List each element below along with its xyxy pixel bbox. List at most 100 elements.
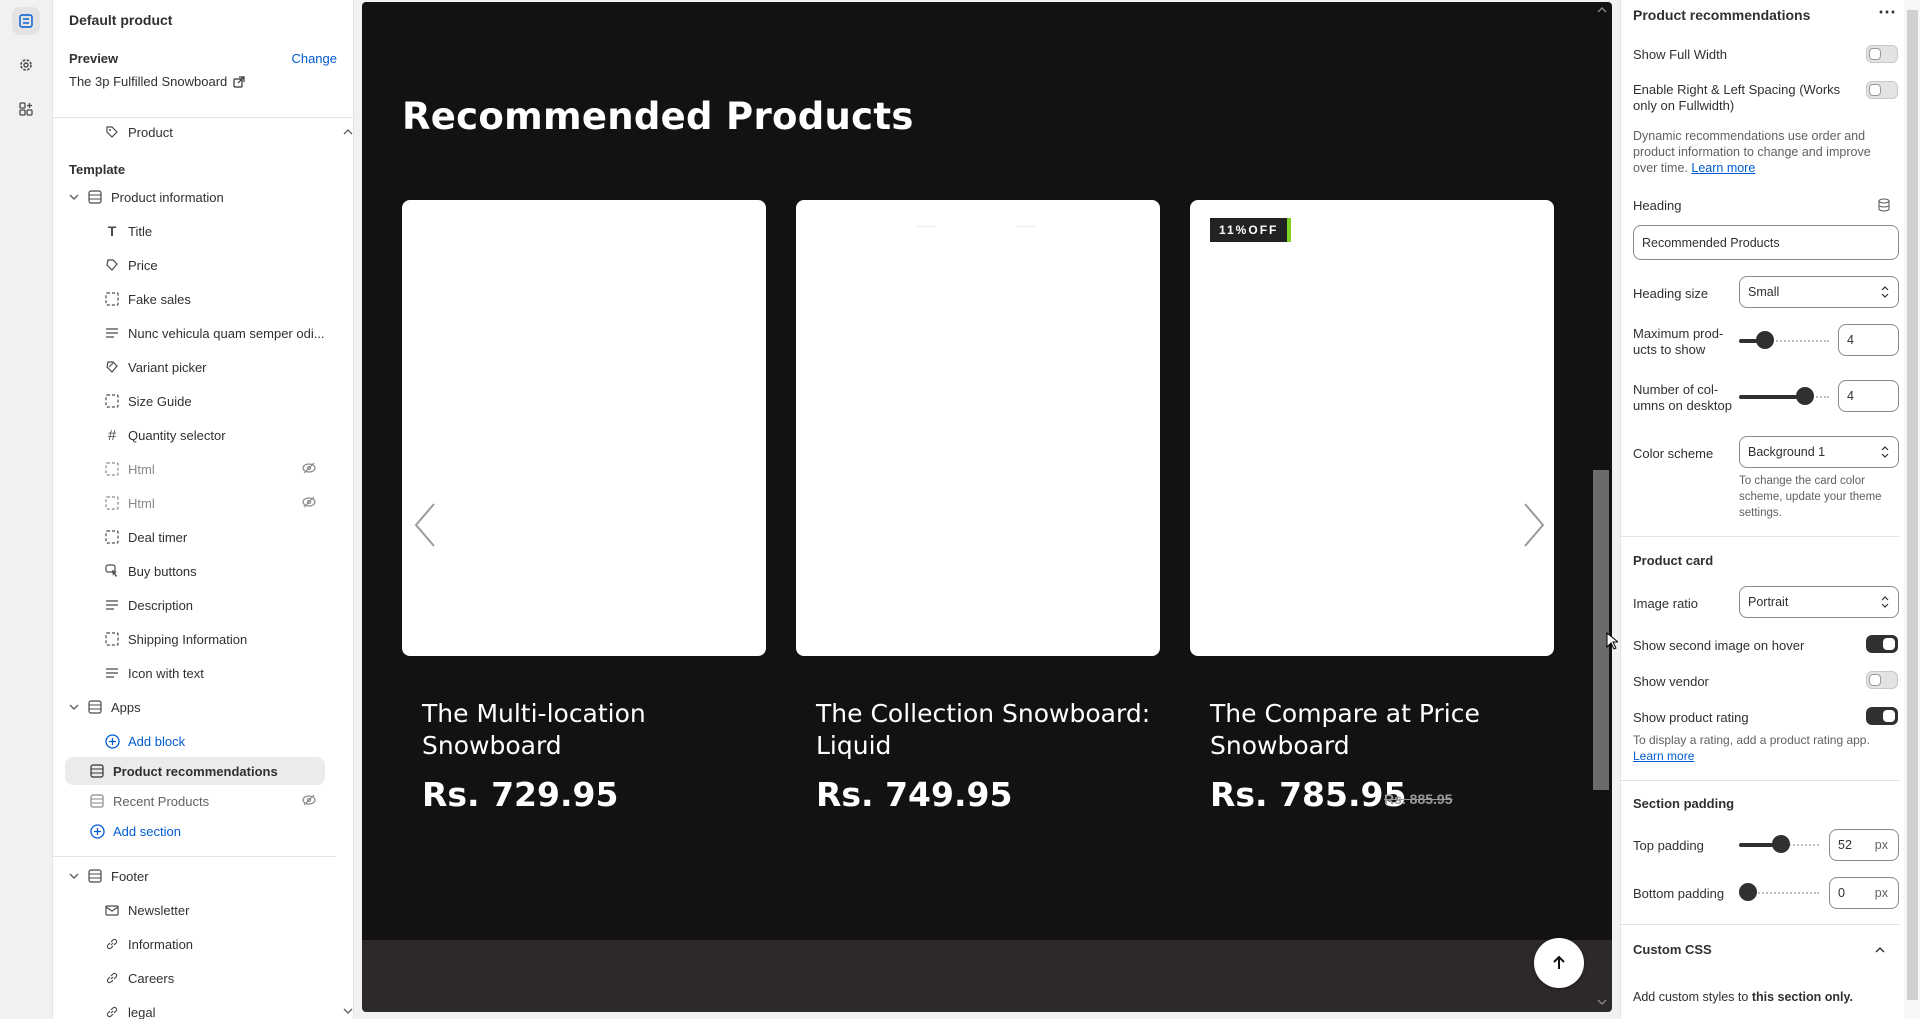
block-icon-with-text[interactable]: Icon with text <box>53 659 336 687</box>
show-rating-toggle[interactable] <box>1866 707 1898 725</box>
learn-more-link[interactable]: Learn more <box>1633 748 1870 764</box>
tree-item-label: Add block <box>128 733 186 749</box>
tree-item-product-recommendations[interactable]: Product recommendations <box>65 757 325 785</box>
sections-icon[interactable] <box>12 7 40 35</box>
top-padding-slider[interactable] <box>1739 835 1819 853</box>
chevron-down-icon[interactable] <box>1597 998 1607 1006</box>
product-card-image[interactable] <box>796 200 1160 656</box>
link-icon <box>104 1004 120 1019</box>
hint-line: product information to change and improv… <box>1633 145 1871 159</box>
more-options-icon[interactable]: ⋯ <box>1878 2 1896 23</box>
second-image-toggle[interactable] <box>1866 635 1898 653</box>
block-newsletter[interactable]: Newsletter <box>53 896 336 924</box>
chevron-up-icon[interactable] <box>1597 6 1607 14</box>
hidden-eye-icon[interactable] <box>302 461 316 475</box>
second-image-label: Show second image on hover <box>1633 638 1805 653</box>
block-description[interactable]: Description <box>53 591 336 619</box>
tree-item-product[interactable]: Product <box>53 118 336 146</box>
max-products-input[interactable]: 4 <box>1838 324 1899 356</box>
block-buy-buttons[interactable]: Buy buttons <box>53 557 336 585</box>
cursor-icon <box>104 563 120 579</box>
slider-knob[interactable] <box>1756 331 1774 349</box>
preview-product[interactable]: The 3p Fulfilled Snowboard <box>69 74 337 89</box>
custom-css-heading: Custom CSS <box>1633 942 1712 957</box>
chevron-down-icon[interactable] <box>69 193 79 201</box>
apps-icon[interactable] <box>12 95 40 123</box>
chevron-down-icon[interactable] <box>69 703 79 711</box>
tree-item-recent-products[interactable]: Recent Products <box>53 787 336 815</box>
block-information[interactable]: Information <box>53 930 336 958</box>
divider <box>53 856 336 857</box>
dynamic-source-icon[interactable] <box>1877 198 1891 212</box>
bottom-padding-slider[interactable] <box>1739 883 1819 901</box>
hidden-eye-icon[interactable] <box>302 793 316 807</box>
top-padding-input[interactable]: 52 px <box>1829 829 1899 861</box>
block-html[interactable]: Html <box>53 489 336 517</box>
product-card-image[interactable]: 11%OFF <box>1190 200 1554 656</box>
columns-input[interactable]: 4 <box>1838 380 1899 412</box>
block-shipping-information[interactable]: Shipping Information <box>53 625 336 653</box>
block-price[interactable]: Price <box>53 251 336 279</box>
heading-size-select[interactable]: Small <box>1739 276 1899 308</box>
block-variant-picker[interactable]: Variant picker <box>53 353 336 381</box>
slider-knob[interactable] <box>1772 835 1790 853</box>
max-products-value: 4 <box>1847 333 1854 347</box>
chevron-up-icon[interactable] <box>343 128 353 136</box>
slider-knob[interactable] <box>1796 387 1814 405</box>
chevron-up-icon[interactable] <box>1875 946 1885 954</box>
columns-slider[interactable] <box>1739 387 1829 405</box>
show-full-width-toggle[interactable] <box>1866 45 1898 63</box>
external-link-icon <box>233 75 245 88</box>
tree-item-apps[interactable]: Apps <box>53 693 336 721</box>
learn-more-link[interactable]: Learn more <box>1691 161 1755 175</box>
hidden-eye-icon[interactable] <box>302 495 316 509</box>
bottom-padding-input[interactable]: 0 px <box>1829 877 1899 909</box>
block-title[interactable]: T Title <box>53 217 336 245</box>
tree-item-label: Recent Products <box>113 793 210 809</box>
block-quantity-selector[interactable]: # Quantity selector <box>53 421 336 449</box>
heading-input[interactable]: Recommended Products <box>1633 225 1899 260</box>
block-text[interactable]: Nunc vehicula quam semper odi... <box>53 319 336 347</box>
image-ratio-select[interactable]: Portrait <box>1739 586 1899 618</box>
block-careers[interactable]: Careers <box>53 964 336 992</box>
gear-icon[interactable] <box>12 51 40 79</box>
chevron-down-icon[interactable] <box>69 872 79 880</box>
block-fake-sales[interactable]: Fake sales <box>53 285 336 313</box>
settings-scrollbar <box>1904 0 1920 1019</box>
tree-item-label: Shipping Information <box>128 631 248 647</box>
spacing-toggle[interactable] <box>1866 81 1898 99</box>
section-heading: Recommended Products <box>402 95 914 138</box>
slider-knob[interactable] <box>1739 883 1757 901</box>
color-scheme-label: Color scheme <box>1633 446 1714 461</box>
product-title[interactable]: The Compare at Price Snowboard <box>1210 698 1550 762</box>
image-ratio-label: Image ratio <box>1633 596 1699 611</box>
product-title[interactable]: The Multi-location Snowboard <box>422 698 762 762</box>
tree-item-product-information[interactable]: Product information <box>53 183 336 211</box>
product-title[interactable]: The Collection Snowboard: Liquid <box>816 698 1156 762</box>
preview-scrollbar-thumb[interactable] <box>1593 470 1609 790</box>
block-legal[interactable]: legal <box>53 998 336 1019</box>
spacing-label-line: Enable Right & Left Spacing (Works <box>1633 82 1841 97</box>
plus-circle-icon <box>104 733 120 749</box>
hint-bold-text: this section only. <box>1751 990 1853 1004</box>
dashed-block-icon <box>104 461 120 477</box>
add-section-button[interactable]: Add section <box>53 817 336 845</box>
block-deal-timer[interactable]: Deal timer <box>53 523 336 551</box>
product-card-image[interactable] <box>402 200 766 656</box>
show-vendor-toggle[interactable] <box>1866 671 1898 689</box>
max-products-slider[interactable] <box>1739 331 1829 349</box>
chevron-down-icon[interactable] <box>343 1007 353 1015</box>
carousel-prev-icon[interactable] <box>410 500 440 550</box>
tree-item-footer[interactable]: Footer <box>53 862 336 890</box>
change-preview-link[interactable]: Change <box>291 51 337 66</box>
color-scheme-select[interactable]: Background 1 <box>1739 436 1899 468</box>
add-block-button[interactable]: Add block <box>53 727 336 755</box>
block-size-guide[interactable]: Size Guide <box>53 387 336 415</box>
heading-size-value: Small <box>1748 285 1780 299</box>
block-html[interactable]: Html <box>53 455 336 483</box>
section-tree-panel: Default product Preview Change The 3p Fu… <box>53 0 354 1019</box>
carousel-next-icon[interactable] <box>1519 500 1549 550</box>
discount-badge: 11%OFF <box>1210 218 1292 242</box>
settings-scrollbar-thumb[interactable] <box>1907 10 1918 1000</box>
back-to-top-button[interactable] <box>1534 938 1584 988</box>
